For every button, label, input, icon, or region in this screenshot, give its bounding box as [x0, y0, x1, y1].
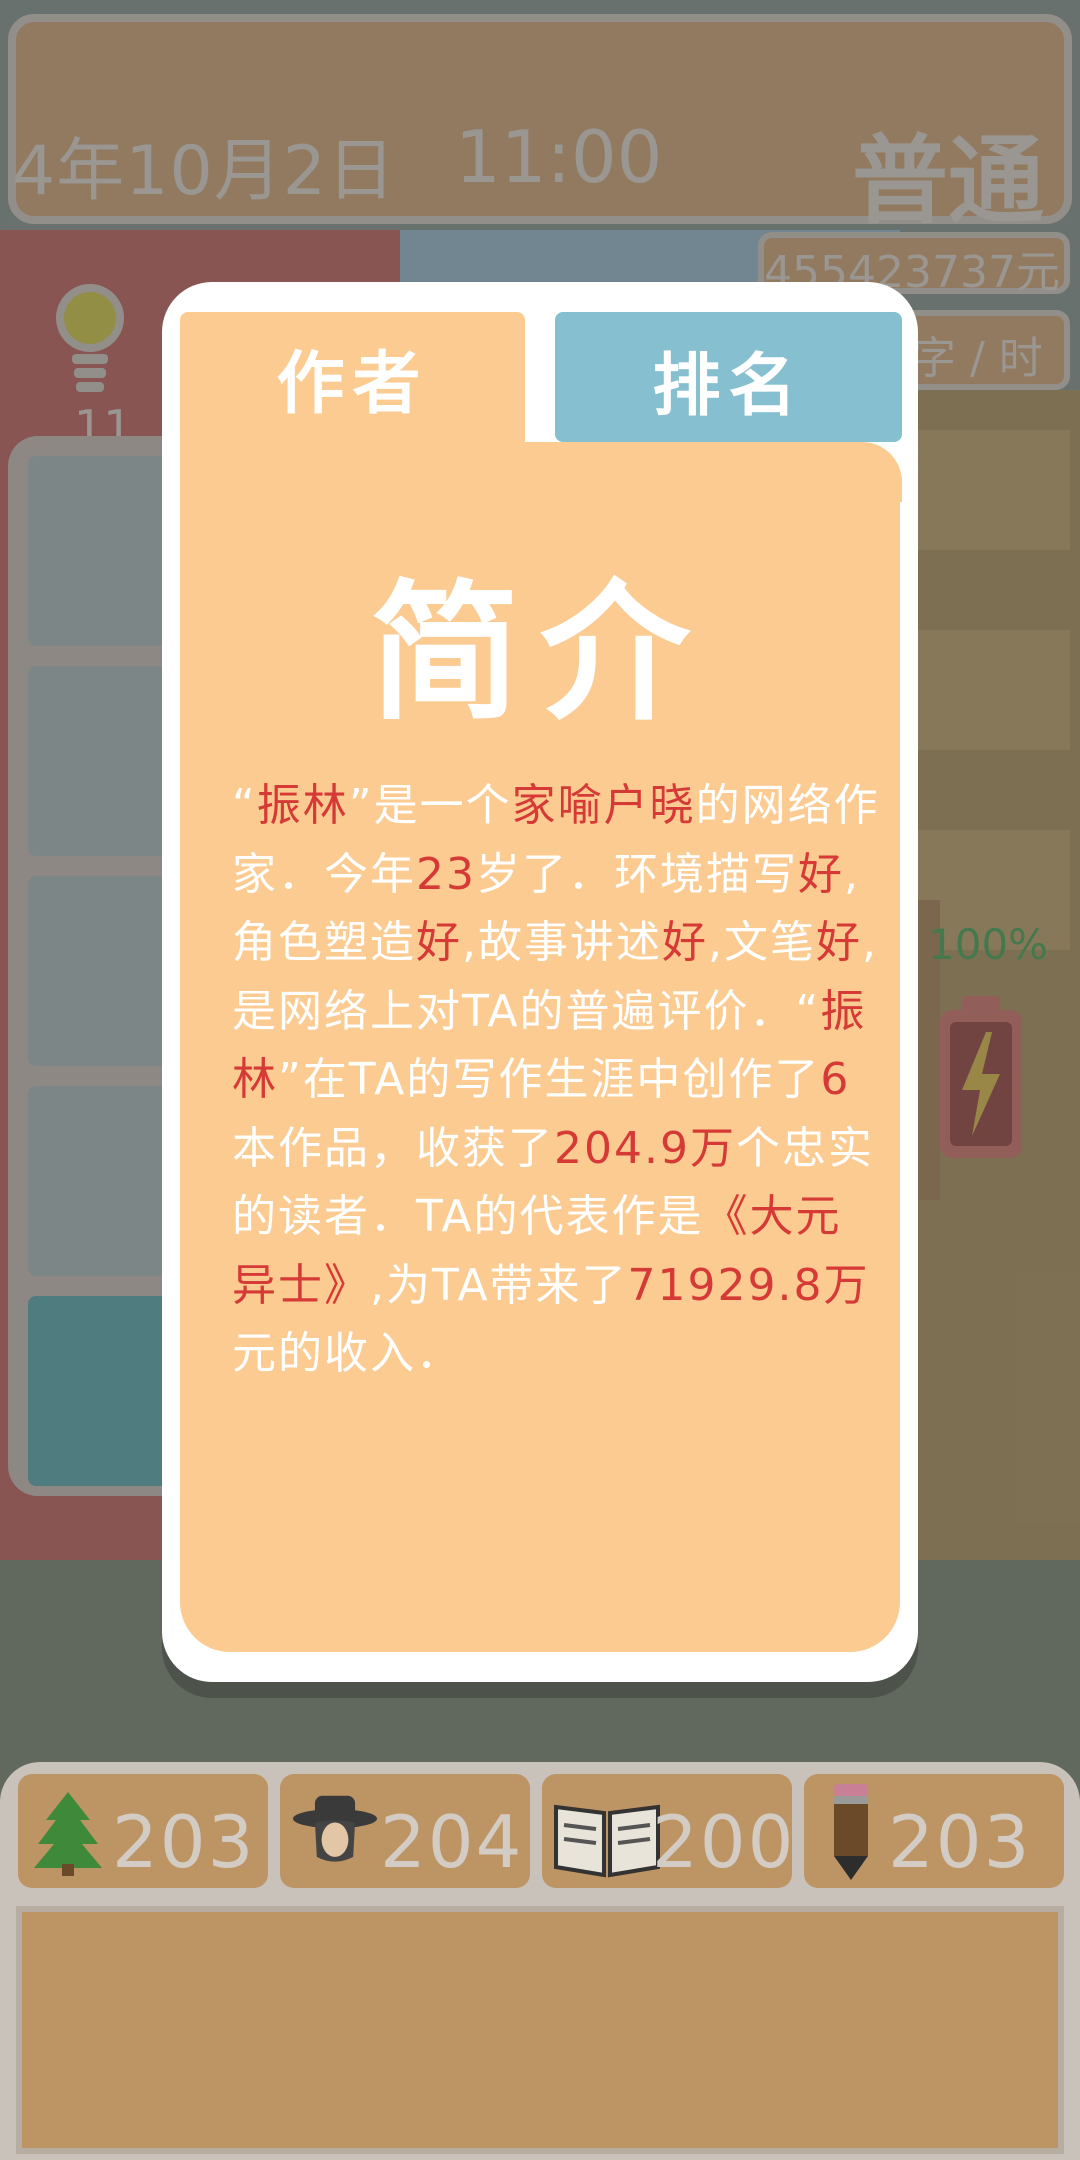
description-text: 元的收入． — [232, 1328, 462, 1379]
description-text: 岁了．环境描写 — [476, 848, 798, 900]
stat-value-book: 200 — [652, 1800, 796, 1884]
description-text: ”在TA的写作生涯中创作了 — [278, 1054, 821, 1105]
pencil-icon — [834, 1784, 868, 1880]
description-highlight: 6 — [820, 1054, 851, 1105]
stat-value-character: 204 — [380, 1800, 524, 1884]
character-icon — [292, 1795, 378, 1862]
tab-author-label[interactable]: 作者 — [180, 328, 525, 427]
description-highlight: 23 — [416, 848, 476, 900]
book-icon — [554, 1804, 660, 1878]
stat-value-pencil: 203 — [888, 1800, 1032, 1884]
stat-value-tree: 203 — [112, 1800, 256, 1884]
author-profile-dialog: 作者 排名 简介 “振林”是一个家喻户晓的网络作家．今年23岁了．环境描写好,角… — [162, 282, 918, 1682]
stat-separator — [530, 1774, 542, 1888]
description-highlight: 204.9万 — [554, 1122, 736, 1174]
description-highlight: 好 — [816, 917, 862, 968]
description-text: ,为TA带来了 — [370, 1259, 628, 1311]
tab-ranking-label[interactable]: 排名 — [555, 330, 902, 429]
description-highlight: 好 — [798, 848, 844, 900]
description-highlight: 好 — [662, 917, 708, 968]
author-description: “振林”是一个家喻户晓的网络作家．今年23岁了．环境描写好,角色塑造好,故事讲述… — [232, 772, 882, 1389]
stat-separator — [268, 1774, 280, 1888]
description-text: 本作品，收获了 — [232, 1122, 554, 1174]
description-text: ”是一个 — [348, 780, 512, 831]
message-log-box[interactable] — [16, 1906, 1064, 2154]
description-highlight: 好 — [416, 917, 462, 968]
description-text: ,文笔 — [708, 917, 816, 968]
description-text: “ — [232, 780, 257, 831]
profile-title: 简介 — [369, 567, 710, 741]
description-highlight: 振林 — [256, 780, 349, 831]
tree-icon — [34, 1792, 102, 1876]
description-text: ,故事讲述 — [462, 917, 662, 968]
description-highlight: 71929.8万 — [627, 1259, 870, 1311]
description-highlight: 家喻户晓 — [511, 780, 696, 831]
